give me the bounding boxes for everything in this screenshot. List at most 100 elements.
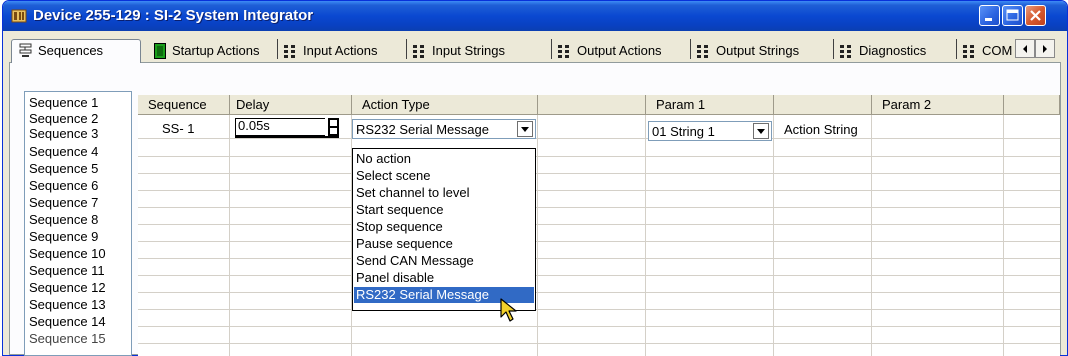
dropdown-option[interactable]: No action (354, 151, 534, 167)
grid-line (645, 115, 646, 356)
list-item[interactable]: Sequence 10 (29, 246, 106, 261)
sequence-list[interactable]: Sequence 1 Sequence 2 Sequence 3 Sequenc… (24, 91, 132, 356)
grid-line (138, 275, 1060, 276)
close-button[interactable] (1025, 5, 1046, 26)
dropdown-option[interactable]: Stop sequence (354, 219, 534, 235)
minimize-icon (985, 18, 992, 21)
tab-input-actions[interactable]: Input Actions (279, 41, 405, 62)
list-item[interactable]: Sequence 15 (29, 331, 106, 346)
grid-line (138, 309, 1060, 310)
list-item[interactable]: Sequence 11 (29, 263, 105, 278)
tab-separator (833, 39, 834, 59)
tab-label: COM (982, 43, 1013, 58)
column-header-action-type[interactable]: Action Type (352, 95, 538, 115)
tab-scroll-left-button[interactable] (1015, 39, 1035, 58)
list-item[interactable]: Sequence 13 (29, 297, 106, 312)
tab-separator (406, 39, 407, 59)
title-bar[interactable]: Device 255-129 : SI-2 System Integrator (3, 1, 1067, 31)
tab-input-strings[interactable]: Input Strings (408, 41, 550, 62)
list-item[interactable]: Sequence 1 (29, 95, 98, 110)
param1-value: 01 String 1 (652, 124, 715, 139)
list-item[interactable]: Sequence 4 (29, 144, 98, 159)
list-item[interactable]: Sequence 14 (29, 314, 106, 329)
sequence-id-cell[interactable]: SS- 1 (162, 121, 195, 137)
window-title: Device 255-129 : SI-2 System Integrator (33, 7, 314, 24)
startup-icon (154, 43, 166, 59)
tab-label: Sequences (38, 43, 104, 58)
dropdown-option[interactable]: Send CAN Message (354, 253, 534, 269)
action-type-select[interactable]: RS232 Serial Message (352, 119, 536, 139)
grid-line (229, 115, 230, 356)
list-item[interactable]: Sequence 2 (29, 111, 98, 126)
arrow-right-icon (1043, 45, 1047, 53)
column-header-blank-3[interactable] (1004, 95, 1060, 115)
tab-output-strings[interactable]: Output Strings (692, 41, 832, 62)
grid-line (138, 190, 1060, 191)
param1-dropdown-button[interactable] (753, 123, 769, 139)
tab-separator (277, 39, 278, 59)
grid-line (138, 156, 1060, 157)
list-item[interactable]: Sequence 3 (29, 126, 98, 141)
maximize-icon (1006, 9, 1019, 21)
tab-strip: Sequences Startup Actions Input Actions … (11, 39, 1063, 63)
dots-icon (963, 45, 974, 58)
list-item[interactable]: Sequence 9 (29, 229, 98, 244)
grid-line (138, 224, 1060, 225)
column-header-blank-2[interactable] (774, 95, 872, 115)
grid-line (138, 292, 1060, 293)
list-item[interactable]: Sequence 8 (29, 212, 98, 227)
dropdown-option[interactable]: Start sequence (354, 202, 534, 218)
tab-output-actions[interactable]: Output Actions (553, 41, 689, 62)
tab-com[interactable]: COM (958, 41, 1016, 62)
close-icon (1030, 10, 1041, 21)
param1-label-cell: Action String (784, 122, 858, 137)
column-header-blank-1[interactable] (538, 95, 646, 115)
dropdown-option[interactable]: Pause sequence (354, 236, 534, 252)
dropdown-option[interactable]: Set channel to level (354, 185, 534, 201)
list-item[interactable]: Sequence 7 (29, 195, 98, 210)
dropdown-option[interactable]: Panel disable (354, 270, 534, 286)
dots-icon (284, 45, 295, 58)
minimize-button[interactable] (979, 5, 1000, 26)
action-grid[interactable]: Sequence Delay Action Type Param 1 Param… (138, 95, 1060, 356)
tab-separator (551, 39, 552, 59)
param1-select[interactable]: 01 String 1 (648, 121, 772, 141)
column-header-param2[interactable]: Param 2 (872, 95, 1004, 115)
column-header-delay[interactable]: Delay (230, 95, 352, 115)
tab-label: Output Strings (716, 43, 800, 58)
action-type-value: RS232 Serial Message (356, 122, 489, 137)
column-header-param1[interactable]: Param 1 (646, 95, 774, 115)
delay-spinner[interactable] (328, 118, 339, 136)
dropdown-option[interactable]: Select scene (354, 168, 534, 184)
spinner-divider (330, 126, 337, 128)
chevron-down-icon (521, 127, 529, 132)
column-header-sequence[interactable]: Sequence (138, 95, 230, 115)
tab-label: Output Actions (577, 43, 662, 58)
tab-scroll (1015, 39, 1059, 58)
list-item[interactable]: Sequence 12 (29, 280, 106, 295)
delay-input-underline (235, 136, 339, 138)
sequences-icon (19, 43, 32, 57)
tab-label: Startup Actions (172, 43, 260, 58)
grid-line (773, 115, 774, 356)
action-type-dropdown-list[interactable]: No action Select scene Set channel to le… (352, 148, 536, 311)
arrow-left-icon (1023, 45, 1027, 53)
tab-scroll-right-button[interactable] (1035, 39, 1055, 58)
tab-sequences[interactable]: Sequences (11, 39, 141, 63)
mouse-cursor-icon (500, 298, 517, 322)
grid-line (138, 207, 1060, 208)
maximize-button[interactable] (1002, 5, 1023, 26)
grid-line (138, 258, 1060, 259)
list-item[interactable]: Sequence 6 (29, 178, 98, 193)
grid-line (138, 343, 1060, 344)
list-item[interactable]: Sequence 5 (29, 161, 98, 176)
chevron-down-icon (757, 129, 765, 134)
delay-input[interactable]: 0.05s (235, 118, 325, 136)
grid-line (138, 173, 1060, 174)
action-type-dropdown-button[interactable] (517, 121, 533, 137)
dots-icon (697, 45, 708, 58)
dots-icon (840, 45, 851, 58)
tab-diagnostics[interactable]: Diagnostics (835, 41, 955, 62)
tab-startup-actions[interactable]: Startup Actions (150, 41, 276, 62)
grid-line (138, 241, 1060, 242)
